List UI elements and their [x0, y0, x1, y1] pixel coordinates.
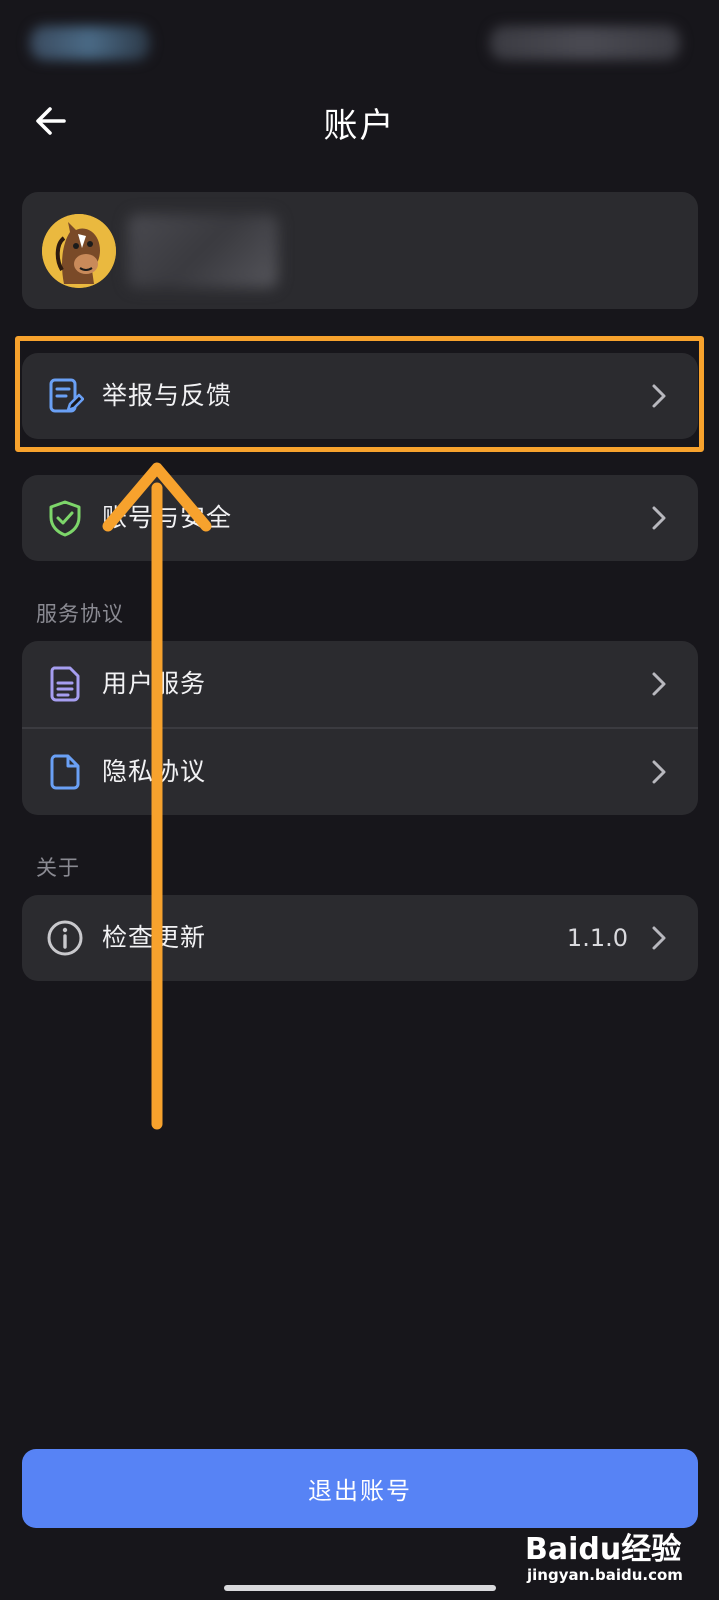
service-card: 用户服务 隐私协议: [22, 641, 698, 815]
shield-check-icon: [46, 499, 84, 537]
check-update-row[interactable]: 检查更新 1.1.0: [22, 895, 698, 981]
document-lines-icon: [46, 665, 84, 703]
status-bar-right-blurred: [490, 26, 680, 60]
baidu-jingyan-watermark: Baidu经验 jingyan.baidu.com: [525, 1522, 705, 1594]
status-bar-left-blurred: [30, 26, 150, 60]
report-feedback-card: 举报与反馈: [22, 353, 698, 439]
chevron-right-icon: [644, 923, 674, 953]
check-update-label: 检查更新: [102, 923, 207, 952]
document-icon: [46, 753, 84, 791]
version-value: 1.1.0: [566, 924, 628, 952]
privacy-policy-row[interactable]: 隐私协议: [22, 729, 698, 815]
profile-card[interactable]: [22, 192, 698, 309]
chevron-right-icon: [644, 757, 674, 787]
top-bar: 账户: [0, 80, 719, 160]
privacy-policy-label: 隐私协议: [102, 757, 207, 786]
status-bar: [0, 0, 719, 80]
chevron-right-icon: [644, 503, 674, 533]
horse-avatar-icon: [42, 214, 116, 288]
home-indicator[interactable]: [224, 1585, 496, 1591]
user-service-row[interactable]: 用户服务: [22, 641, 698, 727]
avatar[interactable]: [42, 214, 116, 288]
chevron-right-icon: [644, 381, 674, 411]
section-title-service: 服务协议: [36, 602, 124, 626]
chevron-right-icon: [644, 669, 674, 699]
user-service-label: 用户服务: [102, 669, 207, 698]
logout-button[interactable]: 退出账号: [22, 1449, 698, 1528]
page-title: 账户: [323, 106, 396, 146]
watermark-logo: Baidu经验: [525, 1532, 682, 1567]
account-security-label: 账号与安全: [102, 503, 233, 532]
report-feedback-label: 举报与反馈: [102, 381, 233, 410]
info-icon: [46, 919, 84, 957]
account-security-row[interactable]: 账号与安全: [22, 475, 698, 561]
edit-document-icon: [46, 377, 84, 415]
username-blurred: [128, 214, 278, 288]
about-card: 检查更新 1.1.0: [22, 895, 698, 981]
section-title-about: 关于: [36, 856, 80, 880]
account-security-card: 账号与安全: [22, 475, 698, 561]
report-feedback-row[interactable]: 举报与反馈: [22, 353, 698, 439]
watermark-url: jingyan.baidu.com: [527, 1566, 683, 1584]
